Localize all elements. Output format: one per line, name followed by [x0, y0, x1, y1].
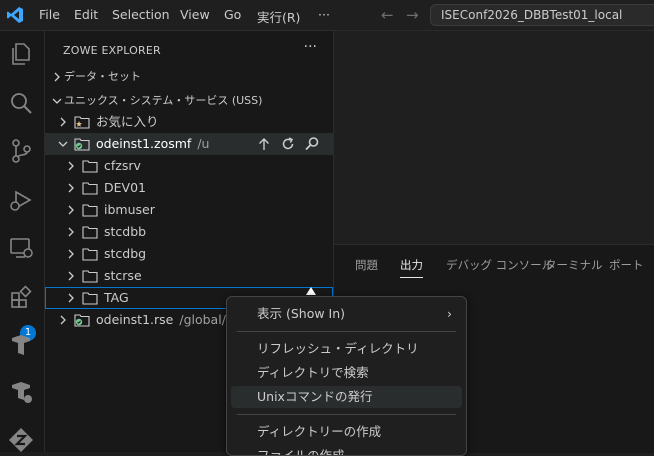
chevron-right-icon	[54, 72, 60, 82]
folder-label: ibmuser	[104, 202, 155, 217]
remote-explorer-icon[interactable]	[7, 234, 35, 262]
favorites-folder-icon	[74, 116, 90, 129]
chevron-right-icon	[68, 161, 74, 171]
profile-folder-icon	[74, 138, 90, 151]
editor-area	[334, 31, 654, 243]
chevron-right-icon	[68, 293, 74, 303]
folder-item-stcdbg[interactable]: stcdbg	[45, 243, 333, 265]
tab-terminal[interactable]: ターミナル	[545, 257, 603, 273]
menu-selection[interactable]: Selection	[112, 7, 170, 22]
title-bar: File Edit Selection View Go 実行(R) ··· ← …	[0, 0, 654, 31]
folder-icon	[82, 270, 98, 283]
folder-icon	[82, 160, 98, 173]
menu-item-search-directory[interactable]: ディレクトリで検索	[231, 362, 462, 384]
mouse-cursor-icon	[306, 287, 316, 295]
favorites-item[interactable]: お気に入り	[45, 111, 333, 133]
favorites-label: お気に入り	[96, 114, 159, 129]
profile-label-rse: odeinst1.rse/global/zo	[96, 312, 241, 327]
menu-edit[interactable]: Edit	[74, 7, 98, 22]
folder-label: cfzsrv	[104, 158, 141, 173]
source-control-icon[interactable]	[7, 137, 35, 165]
forward-arrow-icon[interactable]: →	[406, 6, 419, 24]
refresh-icon[interactable]	[279, 135, 297, 153]
folder-icon	[82, 292, 98, 305]
menu-view[interactable]: View	[180, 7, 210, 22]
folder-label: DEV01	[104, 180, 146, 195]
folder-item-dev01[interactable]: DEV01	[45, 177, 333, 199]
profile-item-zosmf[interactable]: odeinst1.zosmf/u	[45, 133, 333, 155]
search-icon[interactable]	[7, 89, 35, 117]
chevron-down-icon	[58, 141, 68, 147]
zowe-icon[interactable]	[7, 426, 35, 454]
menu-file[interactable]: File	[39, 7, 60, 22]
tab-ports[interactable]: ポート	[609, 257, 644, 273]
folder-item-cfzsrv[interactable]: cfzsrv	[45, 155, 333, 177]
vscode-logo-icon	[7, 7, 23, 23]
folder-label: stcdbb	[104, 224, 147, 239]
dataset-section-header[interactable]: データ・セット	[45, 66, 333, 88]
menu-item-create-file[interactable]: ファイルの作成	[231, 445, 462, 455]
menu-item-issue-unix-command[interactable]: Unixコマンドの発行	[231, 386, 462, 408]
menu-go[interactable]: Go	[224, 7, 241, 22]
run-debug-icon[interactable]	[7, 186, 35, 214]
profile-row-actions	[253, 135, 321, 153]
menu-more[interactable]: ···	[318, 7, 330, 22]
search-icon[interactable]	[303, 135, 321, 153]
submenu-chevron-icon: ›	[447, 306, 452, 321]
extensions-icon[interactable]	[7, 283, 35, 311]
command-center[interactable]: ISEConf2026_DBBTest01_local	[430, 4, 654, 26]
menu-item-refresh-directory[interactable]: リフレッシュ・ディレクトリ	[231, 338, 462, 360]
chevron-right-icon	[60, 315, 66, 325]
chevron-right-icon	[68, 205, 74, 215]
folder-label: TAG	[104, 290, 129, 305]
menu-item-show-in[interactable]: 表示 (Show In) ›	[231, 303, 462, 325]
uss-section-label: ユニックス・システム・サービス (USS)	[64, 94, 263, 107]
profile-label-zosmf: odeinst1.zosmf/u	[96, 136, 210, 151]
folder-label: stcdbg	[104, 246, 147, 261]
back-arrow-icon[interactable]: ←	[381, 6, 394, 24]
sidebar-title: ZOWE EXPLORER	[63, 44, 161, 57]
more-actions-icon[interactable]: ···	[304, 39, 317, 55]
chevron-right-icon	[68, 271, 74, 281]
chevron-down-icon	[52, 98, 62, 104]
folder-icon	[82, 248, 98, 261]
profile-folder-icon	[74, 314, 90, 327]
folder-label: stcrse	[104, 268, 142, 283]
chevron-right-icon	[60, 117, 66, 127]
tab-problems[interactable]: 問題	[355, 257, 378, 273]
arrow-up-icon[interactable]	[255, 135, 273, 153]
activity-bar: 1	[0, 31, 45, 452]
context-menu: 表示 (Show In) › リフレッシュ・ディレクトリ ディレクトリで検索 U…	[226, 296, 467, 456]
terraform-icon[interactable]	[7, 331, 35, 359]
explorer-icon[interactable]	[7, 40, 35, 68]
menu-separator	[237, 414, 456, 415]
chevron-right-icon	[68, 227, 74, 237]
chevron-right-icon	[68, 249, 74, 259]
uss-section-header[interactable]: ユニックス・システム・サービス (USS)	[45, 90, 333, 112]
menu-run[interactable]: 実行(R)	[257, 7, 300, 26]
dataset-section-label: データ・セット	[64, 70, 141, 83]
folder-icon	[82, 226, 98, 239]
tab-debug-console[interactable]: デバッグ コンソール	[446, 257, 553, 273]
folder-item-stcdbb[interactable]: stcdbb	[45, 221, 333, 243]
menu-item-create-directory[interactable]: ディレクトリーの作成	[231, 421, 462, 443]
tab-output[interactable]: 出力	[400, 257, 423, 278]
menu-separator	[237, 331, 456, 332]
chevron-right-icon	[68, 183, 74, 193]
folder-item-stcrse[interactable]: stcrse	[45, 265, 333, 287]
terraform-cloud-icon[interactable]	[7, 378, 35, 406]
folder-icon	[82, 204, 98, 217]
folder-icon	[82, 182, 98, 195]
folder-item-ibmuser[interactable]: ibmuser	[45, 199, 333, 221]
